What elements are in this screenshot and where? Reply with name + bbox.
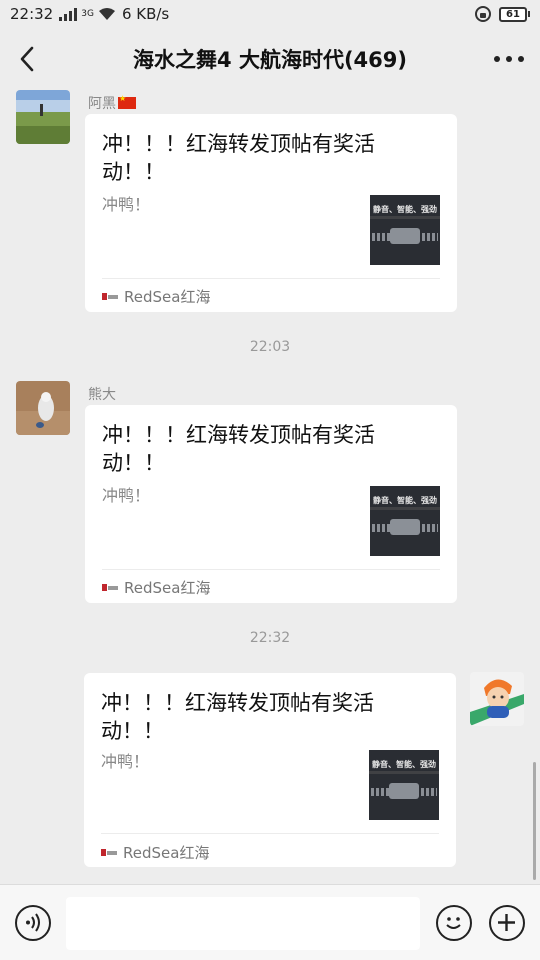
card-description: 冲鸭！ xyxy=(102,195,151,214)
signal-icon xyxy=(59,7,78,21)
card-source-label: RedSea红海 xyxy=(124,579,211,597)
link-card[interactable]: 冲！！！红海转发顶帖有奖活动！！ 冲鸭！ 静音、智能、强劲 RedSea红海 xyxy=(85,114,457,312)
card-title: 冲！！！红海转发顶帖有奖活动！！ xyxy=(102,132,375,184)
network-speed: 6 KB/s xyxy=(121,5,170,23)
scrollbar[interactable] xyxy=(533,762,536,880)
thumbnail-caption: 静音、智能、强劲 xyxy=(372,760,436,769)
chat-title: 海水之舞4 大航海时代(469) xyxy=(133,48,407,72)
status-time: 22:32 xyxy=(10,5,54,23)
link-card[interactable]: 冲！！！红海转发顶帖有奖活动！！ 冲鸭！ 静音、智能、强劲 RedSea红海 xyxy=(84,673,456,867)
redsea-logo-icon xyxy=(102,583,120,593)
status-bar: 22:32 3G 6 KB/s 61 xyxy=(0,0,540,28)
timestamp: 22:32 xyxy=(249,630,291,646)
avatar[interactable] xyxy=(16,381,70,435)
card-title: 冲！！！红海转发顶帖有奖活动！！ xyxy=(102,423,375,475)
wifi-icon xyxy=(98,8,115,20)
more-dots-icon[interactable] xyxy=(494,50,524,68)
card-title: 冲！！！红海转发顶帖有奖活动！！ xyxy=(101,691,374,743)
message-input[interactable] xyxy=(66,897,420,950)
emoji-icon[interactable] xyxy=(436,905,472,941)
thumbnail-caption: 静音、智能、强劲 xyxy=(373,205,437,214)
battery-level: 61 xyxy=(499,6,527,22)
card-source: RedSea红海 xyxy=(101,842,209,863)
plus-icon[interactable] xyxy=(489,905,525,941)
redsea-logo-icon xyxy=(102,292,120,302)
avatar[interactable] xyxy=(16,90,70,144)
chat-header: 海水之舞4 大航海时代(469) xyxy=(0,28,540,90)
sender-name: 阿黑 xyxy=(88,93,136,113)
redsea-logo-icon xyxy=(101,848,119,858)
card-source: RedSea红海 xyxy=(102,286,210,307)
card-source-label: RedSea红海 xyxy=(124,288,211,306)
card-source: RedSea红海 xyxy=(102,577,210,598)
card-thumbnail: 静音、智能、强劲 xyxy=(369,750,439,820)
card-description: 冲鸭！ xyxy=(102,486,151,505)
card-divider xyxy=(102,278,440,279)
battery-icon: 61 xyxy=(499,6,530,22)
timestamp: 22:03 xyxy=(249,339,291,355)
card-source-label: RedSea红海 xyxy=(123,844,210,862)
card-divider xyxy=(102,569,440,570)
card-thumbnail: 静音、智能、强劲 xyxy=(370,195,440,265)
avatar[interactable] xyxy=(470,672,524,726)
card-description: 冲鸭！ xyxy=(101,752,150,771)
chevron-left-icon[interactable] xyxy=(14,44,42,74)
rotation-lock-icon xyxy=(475,6,491,22)
card-divider xyxy=(101,833,439,834)
sender-name: 熊大 xyxy=(88,387,116,403)
voice-icon[interactable] xyxy=(15,905,51,941)
china-flag-icon xyxy=(118,94,136,109)
thumbnail-caption: 静音、智能、强劲 xyxy=(373,496,437,505)
network-type: 3G xyxy=(81,9,94,19)
card-thumbnail: 静音、智能、强劲 xyxy=(370,486,440,556)
link-card[interactable]: 冲！！！红海转发顶帖有奖活动！！ 冲鸭！ 静音、智能、强劲 RedSea红海 xyxy=(85,405,457,603)
input-bar xyxy=(0,884,540,960)
